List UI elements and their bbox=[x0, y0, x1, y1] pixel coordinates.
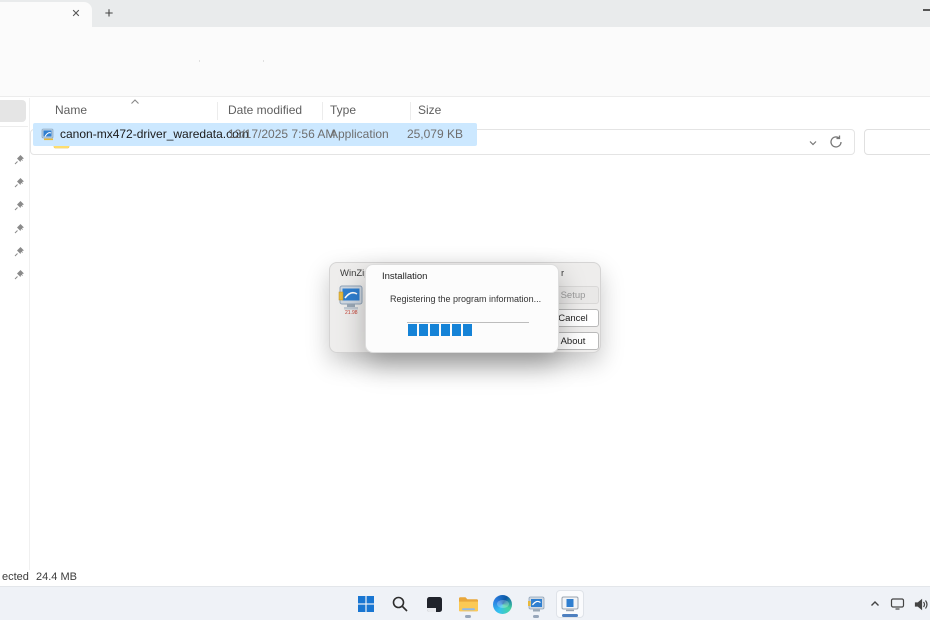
running-indicator bbox=[465, 615, 471, 618]
navigation-sidebar bbox=[0, 98, 30, 570]
column-header-type[interactable]: Type bbox=[330, 103, 356, 117]
pin-icon bbox=[14, 175, 25, 188]
pin-icon bbox=[14, 198, 25, 211]
svg-text:21.98: 21.98 bbox=[345, 310, 358, 316]
start-button[interactable] bbox=[352, 590, 380, 618]
explorer-tab-strip: ✕ + bbox=[0, 0, 930, 27]
windows-start-icon bbox=[358, 596, 374, 612]
dark-app-icon bbox=[426, 596, 442, 612]
status-selected-text: ected bbox=[2, 571, 29, 583]
column-separator[interactable] bbox=[410, 102, 411, 120]
installation-dialog[interactable]: Installation Registering the program inf… bbox=[365, 264, 559, 353]
pin-icon bbox=[14, 267, 25, 280]
status-size-text: 24.4 MB bbox=[36, 571, 77, 583]
dark-app-button[interactable] bbox=[420, 590, 448, 618]
pin-icon bbox=[14, 221, 25, 234]
new-tab-button[interactable]: + bbox=[100, 4, 118, 22]
edge-button[interactable] bbox=[488, 590, 516, 618]
sort-ascending-icon bbox=[131, 99, 139, 104]
system-tray bbox=[869, 593, 928, 615]
winzip-installer-button[interactable] bbox=[522, 590, 550, 618]
running-indicator bbox=[533, 615, 539, 618]
column-header-size[interactable]: Size bbox=[418, 103, 441, 117]
installation-message: Registering the program information... bbox=[390, 294, 542, 304]
taskbar bbox=[0, 586, 930, 620]
sfx-dialog-title-fragment: r bbox=[561, 268, 565, 279]
tray-display-icon[interactable] bbox=[890, 597, 905, 611]
active-window-icon bbox=[561, 596, 579, 612]
pin-icon bbox=[14, 152, 25, 165]
file-explorer-button[interactable] bbox=[454, 590, 482, 618]
tray-expand-chevron-icon[interactable] bbox=[869, 598, 881, 610]
sidebar-divider bbox=[0, 126, 28, 127]
refresh-icon[interactable] bbox=[828, 134, 844, 150]
file-date-modified: 12/17/2025 7:56 AM bbox=[228, 127, 336, 141]
installation-dialog-title: Installation bbox=[382, 271, 428, 282]
edge-icon bbox=[492, 594, 512, 614]
file-explorer-icon bbox=[458, 596, 478, 611]
address-dropdown-icon[interactable] bbox=[808, 138, 818, 148]
sidebar-selected-item[interactable] bbox=[0, 100, 26, 122]
active-window-button[interactable] bbox=[556, 590, 584, 618]
file-size: 25,079 KB bbox=[406, 127, 463, 141]
explorer-toolbar: Sort View ••• bbox=[0, 27, 930, 82]
search-input[interactable] bbox=[865, 130, 930, 154]
column-headers: Name Date modified Type Size bbox=[31, 99, 930, 123]
search-box[interactable] bbox=[864, 129, 930, 155]
desktop-screen: ✕ + Sort View bbox=[0, 0, 930, 620]
active-indicator bbox=[562, 614, 578, 617]
address-row: New folder bbox=[0, 62, 930, 155]
progress-fill-segments bbox=[408, 324, 472, 336]
search-button[interactable] bbox=[386, 590, 414, 618]
column-separator[interactable] bbox=[322, 102, 323, 120]
window-minimize-icon[interactable] bbox=[923, 9, 930, 11]
tab-close-icon[interactable]: ✕ bbox=[68, 5, 84, 21]
column-separator[interactable] bbox=[217, 102, 218, 120]
column-header-name[interactable]: Name bbox=[55, 103, 87, 117]
file-name: canon-mx472-driver_waredata.com bbox=[60, 127, 249, 141]
file-type: Application bbox=[330, 127, 389, 141]
winzip-sfx-icon: 21.98 bbox=[338, 284, 365, 316]
application-file-icon bbox=[41, 127, 56, 142]
installation-progress-bar bbox=[407, 322, 529, 336]
taskbar-center-icons bbox=[352, 589, 584, 619]
search-icon bbox=[392, 596, 408, 612]
column-header-date[interactable]: Date modified bbox=[228, 103, 302, 117]
status-bar: ected 24.4 MB bbox=[0, 569, 930, 585]
tray-volume-icon[interactable] bbox=[914, 598, 928, 611]
winzip-installer-icon bbox=[527, 596, 544, 611]
file-row[interactable]: canon-mx472-driver_waredata.com 12/17/20… bbox=[33, 123, 477, 146]
pin-icon bbox=[14, 244, 25, 257]
